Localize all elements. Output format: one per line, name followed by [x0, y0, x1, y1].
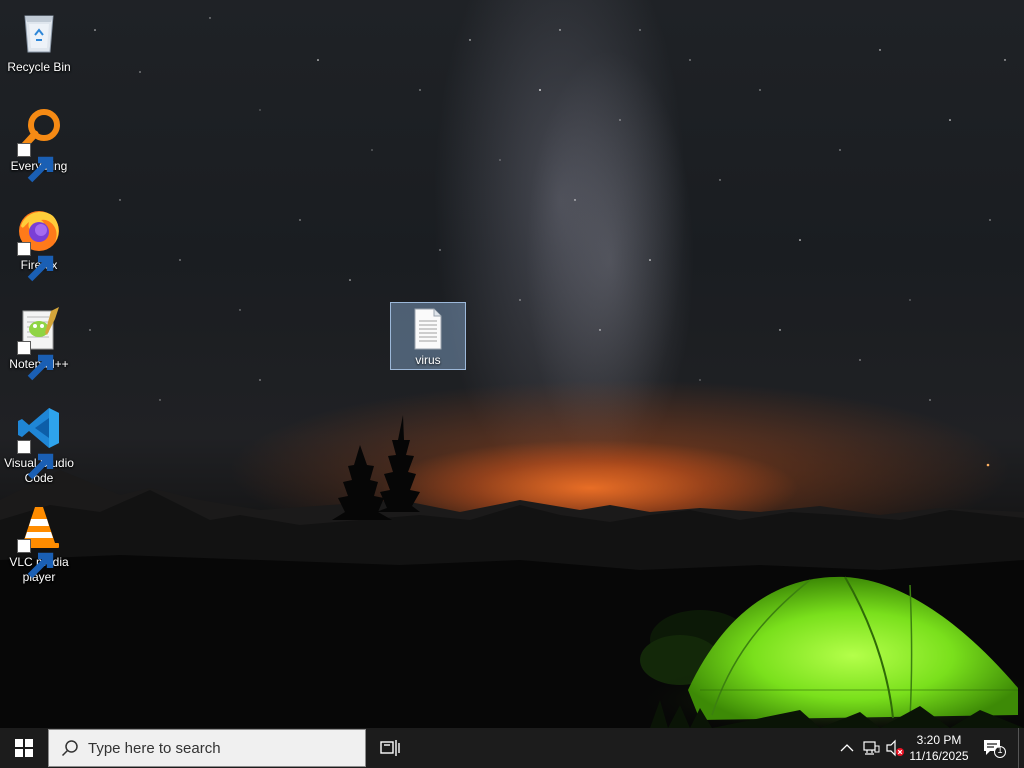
- desktop-icon-everything[interactable]: Everything: [1, 107, 77, 183]
- volume-button[interactable]: [884, 728, 906, 768]
- taskbar-search-box[interactable]: Type here to search: [48, 729, 366, 767]
- clock-time: 3:20 PM: [916, 733, 962, 747]
- wallpaper-landscape: [0, 415, 1024, 728]
- shortcut-arrow-icon: [17, 539, 54, 579]
- task-view-icon: [380, 740, 400, 756]
- show-desktop-button[interactable]: [1018, 728, 1024, 768]
- everything-search-icon: [15, 107, 63, 183]
- desktop[interactable]: Recycle Bin Everything Firefox Notepad++…: [0, 0, 1024, 728]
- taskbar-clock[interactable]: 3:20 PM 11/16/2025: [905, 728, 973, 768]
- network-status-button[interactable]: [860, 728, 882, 768]
- chevron-up-icon: [840, 744, 854, 752]
- text-file-icon: [408, 307, 448, 351]
- taskbar: Type here to search 3:20 PM 11/16/2025 1: [0, 728, 1024, 768]
- windows-logo-icon: [15, 739, 33, 757]
- notification-count-badge: 1: [997, 745, 1003, 755]
- action-center-button[interactable]: 1: [980, 728, 1008, 768]
- desktop-icon-vscode[interactable]: Visual Studio Code: [1, 404, 77, 486]
- desktop-icon-label: Recycle Bin: [7, 60, 71, 74]
- shortcut-arrow-icon: [17, 440, 54, 480]
- search-icon: [61, 740, 78, 757]
- shortcut-arrow-icon: [17, 341, 54, 381]
- vlc-icon: [15, 503, 63, 579]
- clock-date: 11/16/2025: [909, 749, 969, 763]
- desktop-file-label: virus: [415, 353, 441, 367]
- desktop-file-virus[interactable]: virus: [390, 302, 466, 370]
- volume-muted-icon: [886, 739, 904, 757]
- shortcut-arrow-icon: [17, 242, 54, 282]
- vscode-icon: [15, 404, 63, 480]
- firefox-icon: [15, 206, 63, 282]
- search-placeholder: Type here to search: [88, 739, 221, 757]
- start-button[interactable]: [0, 728, 48, 768]
- desktop-icon-recycle-bin[interactable]: Recycle Bin: [1, 8, 77, 75]
- task-view-button[interactable]: [366, 728, 414, 768]
- desktop-icon-firefox[interactable]: Firefox: [1, 206, 77, 282]
- shortcut-arrow-icon: [17, 143, 54, 183]
- desktop-icon-vlc[interactable]: VLC media player: [1, 503, 77, 585]
- recycle-bin-icon: [15, 8, 63, 56]
- network-icon: [863, 741, 880, 755]
- show-hidden-icons-button[interactable]: [838, 728, 856, 768]
- desktop-icon-notepad-plus-plus[interactable]: Notepad++: [1, 305, 77, 381]
- notepad-plus-plus-icon: [15, 305, 63, 381]
